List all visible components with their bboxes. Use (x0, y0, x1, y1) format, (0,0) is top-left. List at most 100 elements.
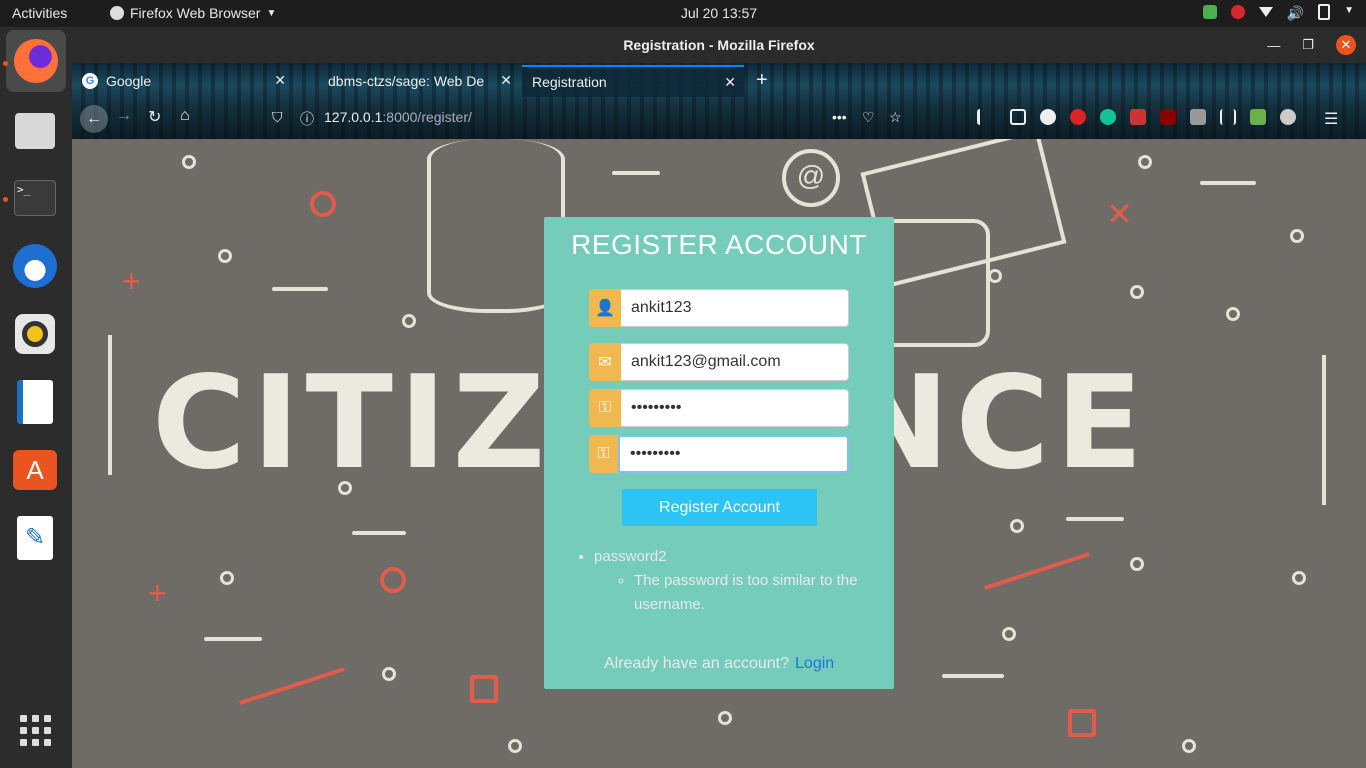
decoration: + (148, 575, 167, 611)
decoration (1130, 557, 1144, 571)
reload-icon[interactable]: ↻ (148, 107, 161, 127)
decoration (310, 191, 336, 217)
home-icon[interactable]: ⌂ (180, 107, 190, 125)
mega-icon[interactable] (1230, 5, 1245, 19)
dock-text-editor[interactable]: ✎ (12, 515, 58, 561)
window-title: Registration - Mozilla Firefox (623, 37, 815, 53)
decoration (352, 531, 406, 535)
running-indicator (3, 197, 8, 202)
pocket-icon[interactable]: ♡ (862, 109, 875, 126)
bookmark-star-icon[interactable]: ☆ (889, 109, 902, 126)
password-input[interactable] (621, 389, 849, 427)
minimize-icon[interactable]: — (1267, 38, 1280, 53)
close-tab-icon[interactable]: ✕ (724, 74, 736, 91)
maximize-icon[interactable]: ❐ (1302, 37, 1314, 53)
extension-icon[interactable] (1130, 109, 1146, 125)
envelope-icon: ✉ (589, 343, 621, 381)
tab-label: Registration (532, 74, 607, 90)
dock-firefox[interactable] (6, 30, 66, 92)
rhythmbox-icon (15, 314, 55, 354)
account-icon[interactable] (1040, 109, 1056, 125)
clock[interactable]: Jul 20 13:57 (0, 5, 1366, 21)
document-icon (17, 380, 53, 424)
page-actions-icon[interactable]: ••• (832, 109, 847, 125)
running-indicator (3, 61, 8, 66)
decoration (612, 171, 660, 175)
error-field-name: password2 (594, 548, 667, 565)
dock-files[interactable] (12, 108, 58, 154)
decoration (272, 287, 328, 291)
close-window-button[interactable]: ✕ (1336, 35, 1356, 55)
tab-label: Google (106, 73, 152, 89)
confirm-password-input[interactable] (618, 435, 849, 473)
decoration (1182, 739, 1196, 753)
decoration (1290, 229, 1304, 243)
username-field: 👤 (589, 289, 849, 327)
back-arrow-icon[interactable]: ← (80, 105, 108, 133)
grammarly-icon[interactable] (1100, 109, 1116, 125)
app-grid-icon (19, 714, 51, 746)
ublock-icon[interactable] (1160, 109, 1176, 125)
decoration: ✕ (1106, 196, 1133, 232)
extension-icon[interactable] (1190, 109, 1206, 125)
window-titlebar[interactable]: Registration - Mozilla Firefox — ❐ ✕ (72, 27, 1366, 63)
decoration (218, 249, 232, 263)
system-tray[interactable]: 🔊 ▼ (1202, 4, 1354, 21)
url-host: 127.0.0.1 (324, 109, 383, 125)
battery-icon[interactable] (1318, 4, 1331, 20)
library-icon[interactable] (977, 109, 996, 125)
dock-thunderbird[interactable] (12, 243, 58, 289)
new-tab-icon[interactable]: + (756, 69, 768, 92)
show-applications-button[interactable] (12, 707, 58, 753)
login-link[interactable]: Login (795, 655, 834, 672)
dock-writer[interactable] (12, 379, 58, 425)
dock-terminal[interactable]: >_ (12, 175, 58, 221)
software-store-icon: A (13, 450, 57, 490)
decoration (1200, 181, 1256, 185)
tab-google[interactable]: G Google ✕ (72, 65, 294, 97)
register-account-button[interactable]: Register Account (622, 489, 817, 526)
navigation-bar: ← → ↻ ⌂ ⛉ ⓘ 127.0.0.1:8000/register/ •••… (72, 99, 1366, 139)
page-content: @ CITIZE IENCE + + ✕ REGISTER ACCOUNT 👤 (72, 139, 1366, 768)
decoration (1010, 519, 1024, 533)
decoration (1292, 571, 1306, 585)
email-field: ✉ (589, 343, 849, 381)
sidebar-icon[interactable] (1010, 109, 1026, 125)
at-sign-illustration: @ (782, 149, 840, 207)
tab-registration[interactable]: Registration ✕ (522, 65, 744, 97)
menu-icon[interactable]: ☰ (1324, 109, 1338, 128)
decoration (338, 481, 352, 495)
decoration (108, 335, 112, 475)
download-icon[interactable] (1250, 109, 1266, 125)
dock-rhythmbox[interactable] (12, 311, 58, 357)
login-prompt-text: Already have an account? (604, 655, 790, 672)
address-bar[interactable]: 127.0.0.1:8000/register/ (324, 109, 472, 125)
error-field: password2 The password is too similar to… (594, 545, 874, 617)
register-card: REGISTER ACCOUNT 👤 ✉ ⚿ ⚿ Register Accoun… (544, 217, 894, 689)
decoration (1068, 709, 1096, 737)
tab-label: dbms-ctzs/sage: Web De (328, 73, 485, 89)
close-tab-icon[interactable]: ✕ (274, 72, 286, 89)
google-favicon-icon: G (82, 73, 98, 89)
wifi-icon[interactable] (1258, 7, 1273, 17)
shield-icon[interactable] (1202, 5, 1217, 19)
username-input[interactable] (621, 289, 849, 327)
tracking-shield-icon[interactable]: ⛉ (272, 109, 283, 126)
email-input[interactable] (621, 343, 849, 381)
forward-arrow-icon[interactable]: → (116, 107, 132, 125)
form-errors: password2 The password is too similar to… (580, 545, 874, 617)
decoration (942, 674, 1004, 678)
text-editor-icon: ✎ (17, 516, 53, 560)
decoration (1138, 155, 1152, 169)
dock-software[interactable]: A (12, 447, 58, 493)
extension-icon[interactable] (1280, 109, 1296, 125)
adblock-icon[interactable] (1070, 109, 1086, 125)
decoration (220, 571, 234, 585)
power-menu-icon[interactable]: ▼ (1344, 5, 1354, 19)
volume-icon[interactable]: 🔊 (1287, 5, 1304, 21)
close-tab-icon[interactable]: ✕ (500, 72, 512, 89)
extension-icon[interactable] (1220, 109, 1236, 125)
extensions-bar: ☰ (977, 109, 1338, 128)
tab-github[interactable]: dbms-ctzs/sage: Web De ✕ (298, 65, 520, 97)
site-info-icon[interactable]: ⓘ (300, 109, 314, 129)
